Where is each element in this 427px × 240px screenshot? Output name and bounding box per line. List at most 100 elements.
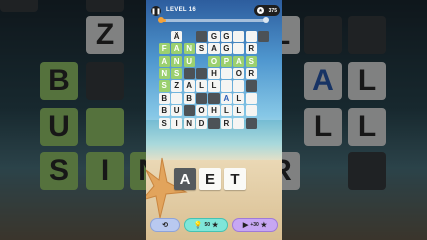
grid-cell: U [183, 55, 195, 67]
grid-cell [233, 30, 245, 42]
grid-cell: O [208, 55, 220, 67]
grid-cell: L [233, 105, 245, 117]
background-right-blur: L A L L L R [282, 0, 427, 240]
grid-cell: B [158, 92, 170, 104]
coin-counter[interactable]: ★ 375 [254, 5, 280, 16]
play-video-icon: ▶ [242, 221, 249, 229]
grid-cell [159, 31, 170, 42]
progress-start-dot [158, 17, 164, 23]
grid-cell: G [208, 30, 220, 42]
grid-cell [258, 105, 269, 116]
grid-cell [245, 105, 257, 117]
grid-cell [258, 130, 269, 141]
hint-cost: 50 [204, 222, 210, 228]
grid-cell: A [208, 43, 220, 55]
grid-cell [196, 92, 208, 104]
grid-cell: P [220, 55, 232, 67]
grid-cell [171, 92, 183, 104]
grid-cell: L [233, 92, 245, 104]
star-coin-icon: ★ [257, 7, 264, 14]
grid-cell [246, 130, 257, 141]
grid-cell [258, 43, 269, 54]
shuffle-button[interactable]: ⟲ [150, 218, 180, 232]
background-left-blur: Z B U S I N [0, 0, 146, 240]
grid-cell: A [220, 92, 232, 104]
letter-tiles: A E T [174, 168, 246, 190]
grid-cell: L [196, 80, 208, 92]
grid-cell [258, 118, 269, 129]
level-progress-bar [161, 19, 265, 22]
grid-cell [258, 80, 269, 91]
grid-cell [196, 130, 207, 141]
grid-cell: N [183, 43, 195, 55]
grid-cell [245, 92, 257, 104]
grid-cell [233, 130, 244, 141]
grid-cell [233, 117, 245, 129]
crossword-grid: ÄGGFANSAGRANUOPASNSHORSZALLBBALBUOHLLSIN… [158, 30, 270, 142]
star-coin-icon: ★ [260, 221, 268, 229]
grid-cell: D [196, 117, 208, 129]
grid-cell: N [171, 55, 183, 67]
shuffle-icon: ⟲ [162, 221, 168, 229]
grid-cell: R [220, 117, 232, 129]
grid-cell: Ä [171, 30, 183, 42]
letter-tile[interactable]: T [224, 168, 246, 190]
grid-cell: S [158, 117, 170, 129]
grid-cell: S [158, 80, 170, 92]
letter-tile[interactable]: A [174, 168, 196, 190]
grid-cell [196, 30, 208, 42]
letter-tile[interactable]: E [199, 168, 221, 190]
grid-cell [196, 56, 207, 67]
grid-cell [245, 30, 257, 42]
grid-cell: R [245, 43, 257, 55]
grid-cell: S [245, 55, 257, 67]
grid-cell [245, 117, 257, 129]
grid-cell: O [233, 68, 245, 80]
grid-cell [183, 68, 195, 80]
grid-cell: A [183, 80, 195, 92]
grid-cell [258, 68, 269, 79]
watch-ad-button[interactable]: ▶ +30 ★ [232, 218, 278, 232]
progress-end-dot [263, 17, 269, 23]
grid-cell: U [171, 105, 183, 117]
level-label: LEVEL 16 [166, 7, 196, 13]
grid-cell: S [171, 68, 183, 80]
coin-count: 375 [268, 7, 277, 14]
grid-cell [208, 92, 220, 104]
hint-button[interactable]: 💡 50 ★ [184, 218, 228, 232]
grid-cell [184, 130, 195, 141]
grid-cell: S [196, 43, 208, 55]
grid-cell: F [158, 43, 170, 55]
grid-cell [233, 80, 245, 92]
grid-cell: N [183, 117, 195, 129]
grid-cell [233, 43, 245, 55]
grid-cell: A [158, 55, 170, 67]
grid-cell: A [233, 55, 245, 67]
grid-cell [184, 31, 195, 42]
pause-button[interactable]: ❚❚ [151, 6, 161, 16]
grid-cell [196, 68, 208, 80]
grid-cell: B [158, 105, 170, 117]
pause-icon: ❚❚ [150, 8, 162, 15]
lightbulb-icon: 💡 [193, 221, 203, 229]
grid-cell [221, 130, 232, 141]
grid-cell: Z [171, 80, 183, 92]
grid-cell: A [171, 43, 183, 55]
grid-cell: G [220, 30, 232, 42]
grid-cell [220, 68, 232, 80]
grid-cell [258, 93, 269, 104]
star-coin-icon: ★ [212, 221, 219, 229]
grid-cell: N [158, 68, 170, 80]
grid-cell [208, 117, 220, 129]
grid-cell: G [220, 43, 232, 55]
grid-cell: L [208, 80, 220, 92]
reveal-reward: +30 [250, 222, 259, 228]
grid-cell [208, 130, 219, 141]
grid-cell: L [220, 105, 232, 117]
grid-cell [258, 56, 269, 67]
grid-cell: H [208, 68, 220, 80]
grid-cell: I [171, 117, 183, 129]
grid-cell [245, 80, 257, 92]
grid-cell [220, 80, 232, 92]
grid-cell: B [183, 92, 195, 104]
